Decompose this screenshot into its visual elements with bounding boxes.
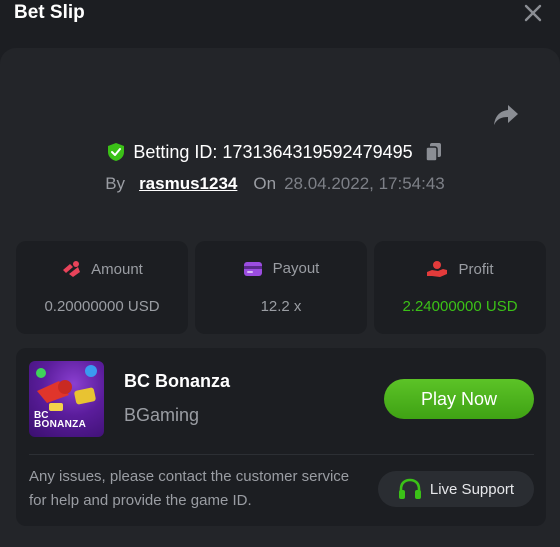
amount-stat-head: Amount bbox=[16, 260, 188, 278]
headset-icon bbox=[398, 478, 421, 499]
copy-icon[interactable] bbox=[424, 142, 443, 162]
bet-meta-row: By rasmus1234 On 28.04.2022, 17:54:43 bbox=[0, 172, 560, 196]
profit-label: Profit bbox=[458, 260, 494, 278]
payout-stat: Payout 12.2 x bbox=[195, 241, 367, 334]
close-button[interactable] bbox=[522, 2, 544, 24]
game-provider: BGaming bbox=[124, 405, 200, 425]
bet-timestamp: 28.04.2022, 17:54:43 bbox=[284, 174, 445, 193]
play-now-button[interactable]: Play Now bbox=[384, 379, 534, 419]
profit-stat: Profit 2.24000000 USD bbox=[374, 241, 546, 334]
live-support-label: Live Support bbox=[429, 480, 515, 498]
payout-stat-head: Payout bbox=[195, 260, 367, 277]
copy-button[interactable] bbox=[424, 142, 443, 162]
game-name: BC Bonanza bbox=[124, 371, 231, 391]
card-divider bbox=[29, 454, 534, 455]
page-title: Bet Slip bbox=[14, 2, 85, 23]
thumbnail-title: BONANZA bbox=[34, 419, 87, 430]
game-thumbnail[interactable]: BC BONANZA bbox=[29, 361, 104, 437]
support-note: Any issues, please contact the customer … bbox=[29, 468, 350, 509]
live-support-button[interactable]: Live Support bbox=[378, 471, 534, 507]
amount-label: Amount bbox=[91, 260, 143, 278]
share-button[interactable] bbox=[492, 103, 520, 127]
on-label: On bbox=[253, 174, 277, 193]
betting-id: Betting ID: 1731364319592479495 bbox=[133, 141, 413, 162]
profit-stat-head: Profit bbox=[374, 260, 546, 278]
hand-coin-icon bbox=[427, 261, 448, 277]
share-icon[interactable] bbox=[492, 103, 520, 127]
profit-value: 2.24000000 USD bbox=[402, 298, 518, 315]
card-icon bbox=[243, 261, 262, 276]
bet-amount-icon bbox=[63, 261, 81, 277]
shield-check-icon bbox=[108, 143, 125, 161]
payout-value: 12.2 x bbox=[260, 298, 302, 315]
betting-id-row: Betting ID: 1731364319592479495 bbox=[0, 139, 560, 165]
game-card: BC BONANZA BC Bonanza BGaming Play Now A… bbox=[16, 348, 546, 526]
bet-slip-header: Bet Slip bbox=[0, 0, 560, 48]
amount-value: 0.20000000 USD bbox=[44, 298, 160, 315]
payout-label: Payout bbox=[272, 260, 320, 277]
by-label: By bbox=[105, 174, 126, 193]
amount-stat: Amount 0.20000000 USD bbox=[16, 241, 188, 334]
close-icon[interactable] bbox=[522, 2, 544, 24]
username-link[interactable]: rasmus1234 bbox=[139, 174, 237, 194]
